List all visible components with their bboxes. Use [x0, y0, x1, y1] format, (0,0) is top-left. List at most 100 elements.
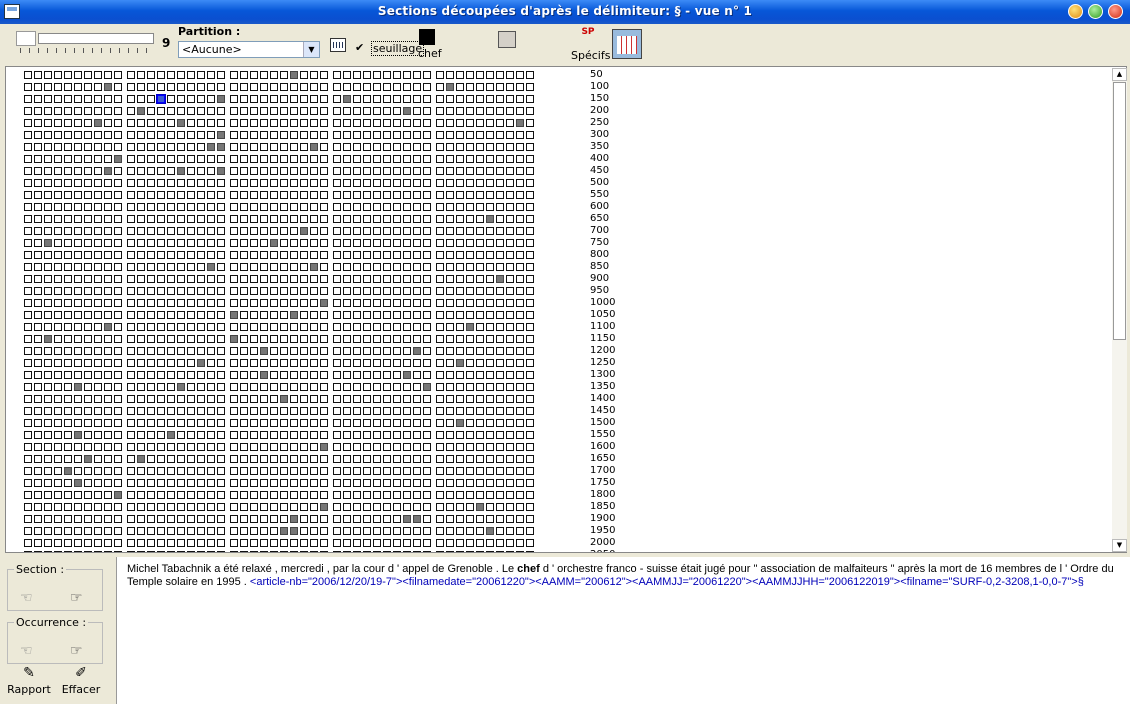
- section-cell[interactable]: [127, 263, 135, 271]
- section-cell[interactable]: [290, 347, 298, 355]
- section-cell[interactable]: [383, 395, 391, 403]
- section-cell[interactable]: [290, 431, 298, 439]
- section-cell[interactable]: [310, 275, 318, 283]
- section-cell[interactable]: [496, 119, 504, 127]
- section-cell[interactable]: [24, 167, 32, 175]
- section-cell[interactable]: [207, 239, 215, 247]
- section-cell[interactable]: [74, 539, 82, 547]
- section-cell[interactable]: [207, 191, 215, 199]
- section-cell[interactable]: [333, 95, 341, 103]
- section-cell[interactable]: [446, 95, 454, 103]
- section-cell[interactable]: [44, 179, 52, 187]
- section-cell[interactable]: [94, 491, 102, 499]
- section-cell[interactable]: [44, 431, 52, 439]
- section-cell[interactable]: [333, 155, 341, 163]
- section-cell[interactable]: [353, 383, 361, 391]
- section-cell[interactable]: [446, 107, 454, 115]
- section-cell[interactable]: [496, 383, 504, 391]
- section-cell[interactable]: [403, 395, 411, 403]
- section-cell[interactable]: [147, 551, 155, 552]
- section-cell[interactable]: [94, 467, 102, 475]
- section-cell[interactable]: [363, 431, 371, 439]
- section-cell[interactable]: [217, 239, 225, 247]
- section-cell[interactable]: [300, 83, 308, 91]
- section-cell[interactable]: [34, 227, 42, 235]
- section-cell[interactable]: [197, 227, 205, 235]
- section-cell[interactable]: [363, 155, 371, 163]
- section-cell[interactable]: [496, 179, 504, 187]
- section-cell[interactable]: [147, 539, 155, 547]
- section-cell[interactable]: [104, 515, 112, 523]
- section-cell[interactable]: [496, 299, 504, 307]
- section-cell[interactable]: [114, 143, 122, 151]
- section-cell[interactable]: [403, 443, 411, 451]
- section-cell[interactable]: [217, 383, 225, 391]
- section-cell[interactable]: [114, 359, 122, 367]
- section-cell[interactable]: [486, 263, 494, 271]
- section-cell[interactable]: [217, 491, 225, 499]
- section-cell[interactable]: [260, 383, 268, 391]
- section-cell[interactable]: [280, 191, 288, 199]
- section-cell[interactable]: [114, 323, 122, 331]
- section-cell[interactable]: [64, 107, 72, 115]
- section-cell[interactable]: [137, 131, 145, 139]
- section-cell[interactable]: [393, 515, 401, 523]
- section-cell[interactable]: [373, 323, 381, 331]
- section-cell[interactable]: [373, 479, 381, 487]
- section-cell[interactable]: [383, 311, 391, 319]
- section-cell[interactable]: [34, 275, 42, 283]
- section-cell[interactable]: [147, 263, 155, 271]
- section-cell[interactable]: [436, 479, 444, 487]
- section-cell[interactable]: [516, 479, 524, 487]
- section-cell[interactable]: [363, 371, 371, 379]
- section-cell[interactable]: [393, 347, 401, 355]
- section-cell[interactable]: [127, 287, 135, 295]
- section-cell[interactable]: [240, 551, 248, 552]
- section-cell[interactable]: [506, 263, 514, 271]
- vertical-scrollbar[interactable]: ▲ ▼: [1112, 68, 1127, 552]
- section-cell[interactable]: [147, 155, 155, 163]
- section-cell[interactable]: [240, 191, 248, 199]
- section-cell[interactable]: [516, 527, 524, 535]
- section-cell[interactable]: [157, 491, 165, 499]
- section-cell[interactable]: [84, 503, 92, 511]
- section-cell[interactable]: [104, 95, 112, 103]
- section-cell[interactable]: [147, 227, 155, 235]
- section-cell[interactable]: [383, 371, 391, 379]
- section-cell[interactable]: [486, 539, 494, 547]
- section-cell[interactable]: [114, 167, 122, 175]
- section-cell[interactable]: [446, 287, 454, 295]
- section-cell[interactable]: [320, 227, 328, 235]
- section-cell[interactable]: [44, 131, 52, 139]
- section-cell[interactable]: [456, 407, 464, 415]
- section-cell[interactable]: [456, 107, 464, 115]
- section-cell-match[interactable]: [280, 395, 288, 403]
- section-cell[interactable]: [403, 491, 411, 499]
- section-cell[interactable]: [393, 143, 401, 151]
- section-cell[interactable]: [104, 347, 112, 355]
- section-cell[interactable]: [94, 311, 102, 319]
- section-cell-match[interactable]: [74, 383, 82, 391]
- section-cell[interactable]: [476, 299, 484, 307]
- section-cell[interactable]: [496, 239, 504, 247]
- section-cell[interactable]: [343, 143, 351, 151]
- section-cell[interactable]: [486, 371, 494, 379]
- section-cell[interactable]: [526, 515, 534, 523]
- section-cell[interactable]: [24, 215, 32, 223]
- section-cell[interactable]: [446, 431, 454, 439]
- section-cell[interactable]: [137, 167, 145, 175]
- section-cell[interactable]: [157, 395, 165, 403]
- section-cell[interactable]: [64, 455, 72, 463]
- section-cell[interactable]: [436, 179, 444, 187]
- section-cell[interactable]: [54, 443, 62, 451]
- section-cell[interactable]: [84, 323, 92, 331]
- section-cell[interactable]: [436, 155, 444, 163]
- section-cell[interactable]: [353, 347, 361, 355]
- section-cell[interactable]: [383, 443, 391, 451]
- section-cell-match[interactable]: [270, 239, 278, 247]
- section-cell[interactable]: [250, 287, 258, 295]
- section-cell[interactable]: [353, 287, 361, 295]
- section-cell[interactable]: [526, 275, 534, 283]
- section-cell[interactable]: [393, 359, 401, 367]
- section-cell[interactable]: [300, 527, 308, 535]
